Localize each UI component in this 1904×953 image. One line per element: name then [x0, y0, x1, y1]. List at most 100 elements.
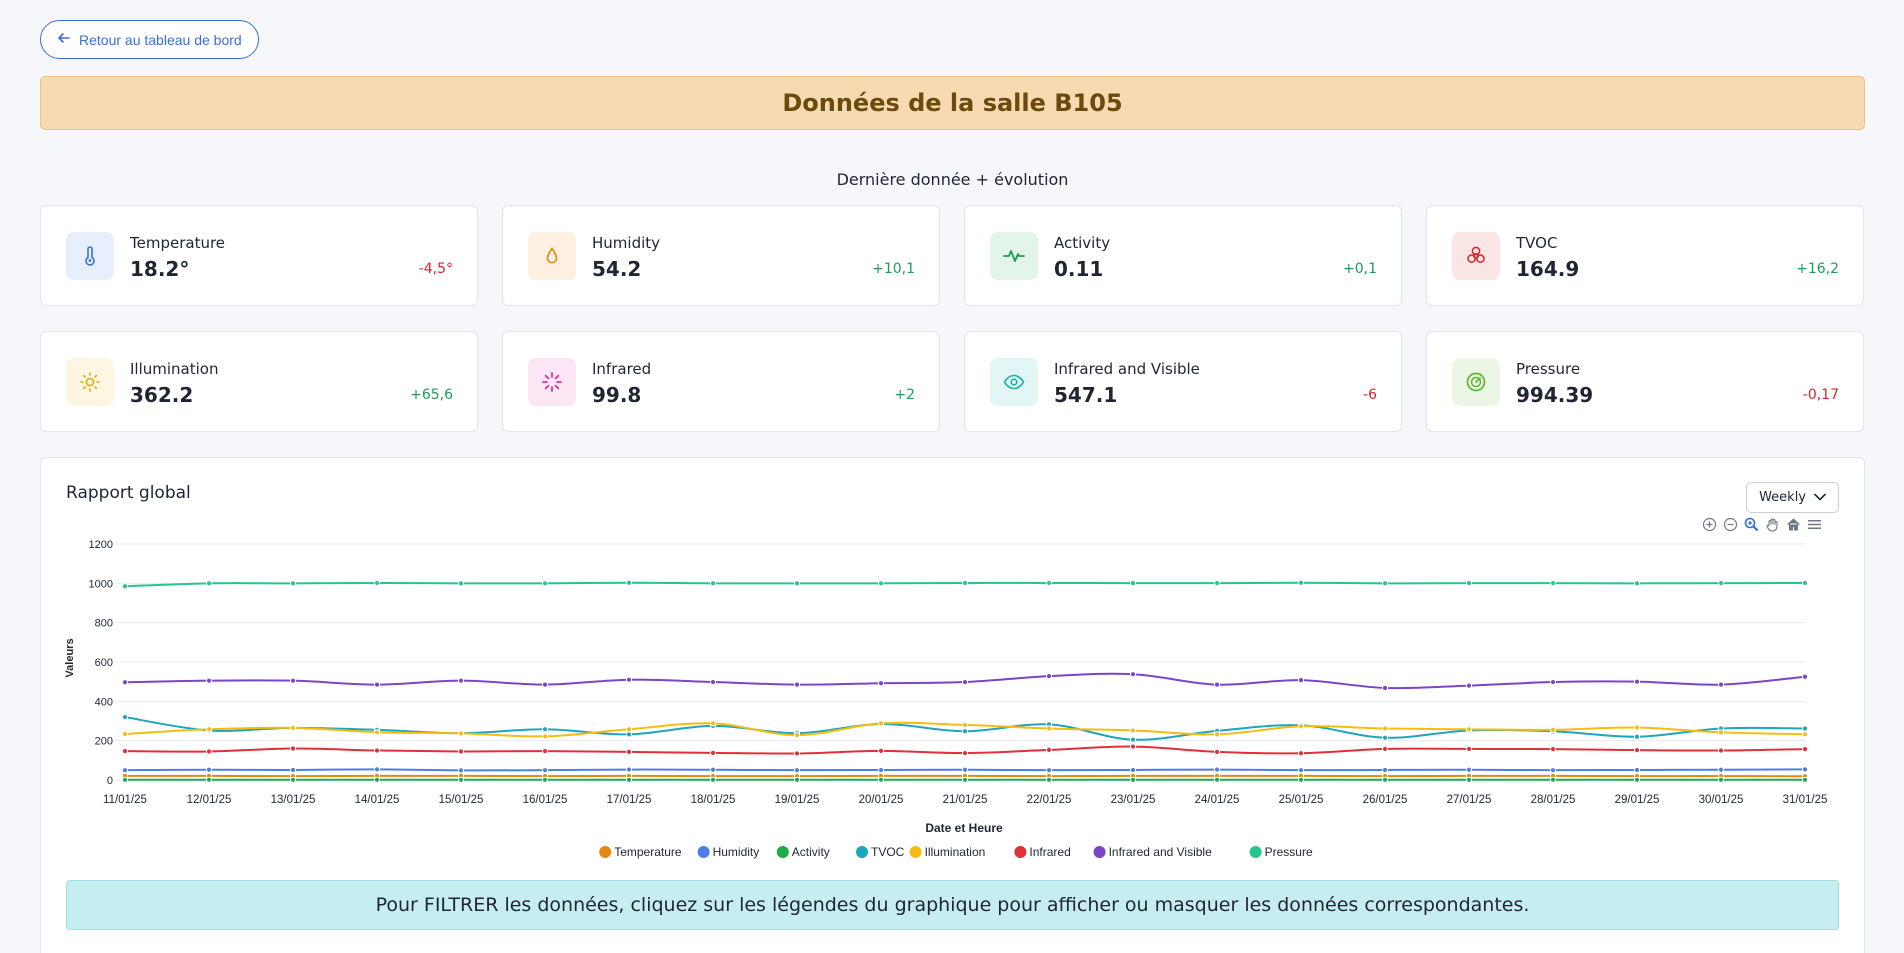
data-point [1297, 723, 1305, 730]
metric-delta: -0,17 [1802, 387, 1839, 403]
legend-item-tvoc[interactable]: TVOC [856, 845, 905, 859]
data-point [709, 678, 717, 686]
data-point [1213, 748, 1221, 755]
data-point [1129, 776, 1137, 783]
data-point [709, 749, 717, 756]
y-tick-label: 1200 [89, 539, 113, 551]
data-point [709, 720, 717, 727]
legend-item-activity[interactable]: Activity [776, 845, 830, 859]
x-tick-label: 26/01/25 [1363, 794, 1408, 806]
data-point [205, 776, 213, 783]
metric-label: Infrared [592, 360, 652, 378]
x-tick-label: 16/01/25 [523, 794, 568, 806]
data-point [793, 681, 801, 688]
data-point [541, 681, 549, 688]
data-point [1297, 579, 1305, 586]
data-point [1465, 745, 1473, 753]
data-point [709, 766, 717, 773]
legend-item-temperature[interactable]: Temperature [599, 845, 682, 859]
filter-hint-alert: Pour FILTRER les données, cliquez sur le… [66, 880, 1839, 930]
data-point [1717, 747, 1725, 754]
data-point [121, 747, 129, 755]
data-point [457, 767, 465, 774]
legend-marker [1014, 846, 1027, 858]
data-point [373, 766, 381, 773]
data-point [961, 678, 969, 686]
eye-icon [990, 358, 1038, 406]
x-tick-label: 15/01/25 [439, 794, 484, 806]
data-point [205, 580, 213, 587]
metric-delta: +2 [894, 387, 915, 403]
legend-item-infrared[interactable]: Infrared [1014, 845, 1071, 859]
data-point [1549, 580, 1557, 587]
data-point [1633, 678, 1641, 685]
chart-gridlines [115, 543, 1805, 781]
data-point [373, 681, 381, 688]
global-line-chart: 0 200 400 600 800 1000 1200 11/01/25 12/01/25 13… [64, 539, 1827, 859]
data-point [1549, 767, 1557, 774]
legend-item-illumination[interactable]: Illumination [909, 845, 986, 859]
data-point [709, 776, 717, 783]
data-point [1045, 776, 1053, 783]
data-point [1801, 731, 1809, 738]
data-point [289, 776, 297, 783]
legend-label: Temperature [614, 845, 682, 859]
legend-item-infrared-and-visible[interactable]: Infrared and Visible [1093, 845, 1213, 859]
data-point [793, 776, 801, 783]
data-point [1633, 733, 1641, 740]
data-point [1633, 724, 1641, 731]
data-point [1381, 684, 1389, 692]
data-point [1045, 579, 1053, 587]
metric-label: Infrared and Visible [1054, 360, 1200, 378]
data-point [1381, 766, 1389, 774]
data-point [457, 580, 465, 587]
data-point [121, 776, 129, 783]
legend-item-humidity[interactable]: Humidity [697, 845, 760, 859]
data-point [1801, 776, 1809, 783]
legend-marker [856, 846, 868, 858]
activity-icon [990, 232, 1038, 280]
legend-item-pressure[interactable]: Pressure [1249, 845, 1313, 859]
data-point [1549, 746, 1557, 753]
x-tick-label: 20/01/25 [859, 794, 904, 806]
metric-delta: +0,1 [1343, 261, 1377, 277]
y-tick-label: 800 [95, 618, 113, 630]
chart-legend: Temperature Humidity Activity TVOC Illuminat… [599, 845, 1313, 859]
x-tick-label: 21/01/25 [943, 794, 988, 806]
x-tick-label: 18/01/25 [691, 794, 736, 806]
data-point [1297, 750, 1305, 757]
data-point [289, 724, 297, 731]
data-point [1297, 767, 1305, 774]
legend-label: TVOC [871, 845, 905, 859]
x-tick-label: 14/01/25 [355, 794, 400, 806]
data-point [457, 677, 465, 684]
data-point [457, 748, 465, 755]
back-to-dashboard-button[interactable]: Retour au tableau de bord [40, 20, 259, 59]
x-tick-label: 28/01/25 [1531, 794, 1576, 806]
data-point [1801, 766, 1809, 773]
metric-card-activity: Activity 0.11 +0,1 [964, 205, 1402, 306]
data-point [1381, 725, 1389, 732]
y-axis-label: Valeurs [64, 638, 76, 677]
data-point [961, 579, 969, 587]
data-point [289, 677, 297, 684]
data-point [625, 726, 633, 733]
metric-value: 54.2 [592, 257, 642, 281]
y-tick-label: 600 [95, 657, 113, 669]
legend-marker [599, 846, 612, 858]
x-axis-label: Date et Heure [925, 821, 1003, 835]
data-point [1213, 776, 1221, 783]
x-tick-label: 24/01/25 [1195, 794, 1240, 806]
x-tick-label: 11/01/25 [103, 794, 147, 806]
data-point [877, 720, 885, 727]
metric-value: 164.9 [1516, 257, 1580, 281]
data-point [1801, 725, 1809, 732]
data-point [1213, 580, 1221, 587]
data-point [1465, 726, 1473, 733]
metric-label: TVOC [1516, 234, 1558, 252]
data-point [289, 580, 297, 587]
data-point [625, 766, 633, 773]
metric-card-tvoc: TVOC 164.9 +16,2 [1426, 205, 1864, 306]
data-point [877, 580, 885, 587]
data-point [121, 583, 129, 590]
